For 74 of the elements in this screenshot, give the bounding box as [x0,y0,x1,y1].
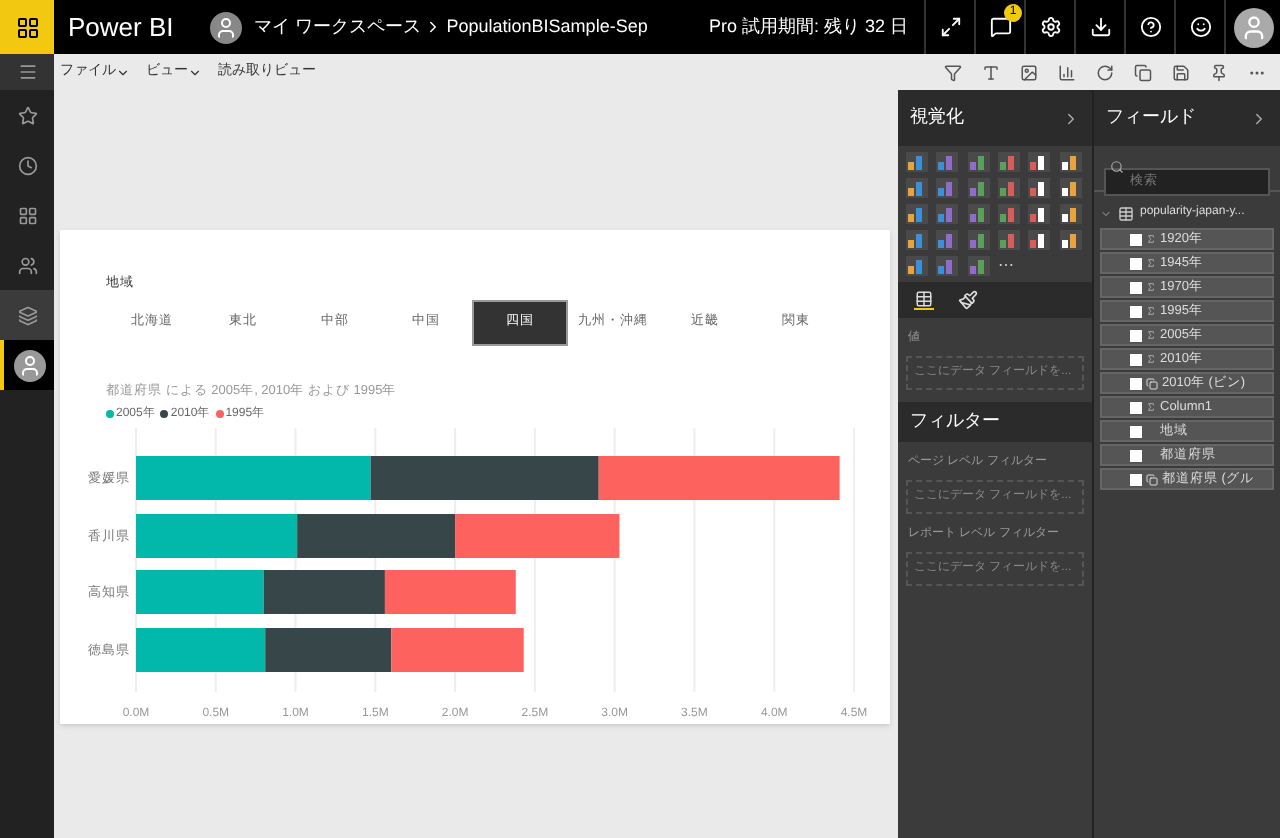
filter-icon[interactable] [944,63,962,81]
bar [391,627,524,671]
star-icon [17,105,37,125]
settings-icon [1039,16,1061,38]
app-name: Power BI [68,9,174,46]
smiley-icon [1189,16,1211,38]
visual-type-icon[interactable] [1059,152,1082,172]
table-icon [1118,205,1134,221]
visual-type-icon[interactable] [1028,152,1051,172]
pin-icon[interactable] [1210,63,1228,81]
checkbox[interactable] [1130,425,1142,437]
checkbox[interactable] [1130,401,1142,413]
group-icon [1146,377,1158,389]
app-launcher-button[interactable] [0,0,54,54]
menu-icon [17,62,37,82]
search-icon [1110,159,1124,173]
duplicate-icon[interactable] [1134,63,1152,81]
checkbox[interactable] [1130,449,1142,461]
checkbox[interactable] [1130,353,1142,365]
checkbox[interactable] [1130,377,1142,389]
clock-icon [17,155,37,175]
image-icon[interactable] [1020,63,1038,81]
expand-icon [939,16,961,38]
panel-title: フィルター [910,408,1000,435]
checkbox[interactable] [1130,473,1142,485]
avatar-icon [13,349,45,381]
checkbox[interactable] [1130,281,1142,293]
refresh-icon[interactable] [1096,63,1114,81]
sigma-icon [1146,330,1156,340]
visual-type-icon[interactable] [1028,230,1051,250]
panel-title: フィールド [1106,104,1196,131]
group-icon [1146,473,1158,485]
bar [136,569,264,613]
grid-icon [15,15,39,39]
fields-tab-icon[interactable] [914,290,934,310]
avatar-icon [1233,7,1273,47]
visual-type-icon[interactable] [1059,178,1082,198]
bar [265,627,392,671]
checkbox[interactable] [1130,329,1142,341]
more-label[interactable]: ⋯ [997,256,1023,276]
save-icon[interactable] [1172,63,1190,81]
sigma-icon [1146,306,1156,316]
visual-type-icon[interactable] [1028,178,1051,198]
text-box-icon[interactable] [982,63,1000,81]
chat-icon [989,16,1011,38]
format-tab-icon[interactable] [958,290,978,310]
sigma-icon [1146,234,1156,244]
visual-type-icon[interactable] [1059,230,1082,250]
sigma-icon [1146,354,1156,364]
people-icon [17,255,37,275]
chart-icon[interactable] [1058,63,1076,81]
download-icon [1089,16,1111,38]
sigma-icon [1146,258,1156,268]
visual-type-icon[interactable] [1028,204,1051,224]
visual-type-icon[interactable] [1059,204,1082,224]
breadcrumb-item[interactable]: PopulationBISample-Sep [446,13,648,41]
grid-icon [17,205,37,225]
bar [263,569,385,613]
checkbox[interactable] [1130,233,1142,245]
chevron-icon[interactable] [1250,109,1268,127]
checkbox[interactable] [1130,305,1142,317]
help-icon [1139,16,1161,38]
sigma-icon [1146,282,1156,292]
sigma-icon [1146,402,1156,412]
trial-label: Pro 試用期間: 残り 32 日 [708,13,908,40]
avatar-icon [209,11,242,43]
panel-title: 視覚化 [910,104,964,131]
checkbox[interactable] [1130,257,1142,269]
bar [136,627,266,671]
nav-button[interactable] [0,340,54,390]
layers-icon [17,305,37,325]
breadcrumb-item[interactable]: マイ ワークスペース [253,13,421,41]
chevron-icon[interactable] [1062,109,1080,127]
bar [384,569,516,613]
